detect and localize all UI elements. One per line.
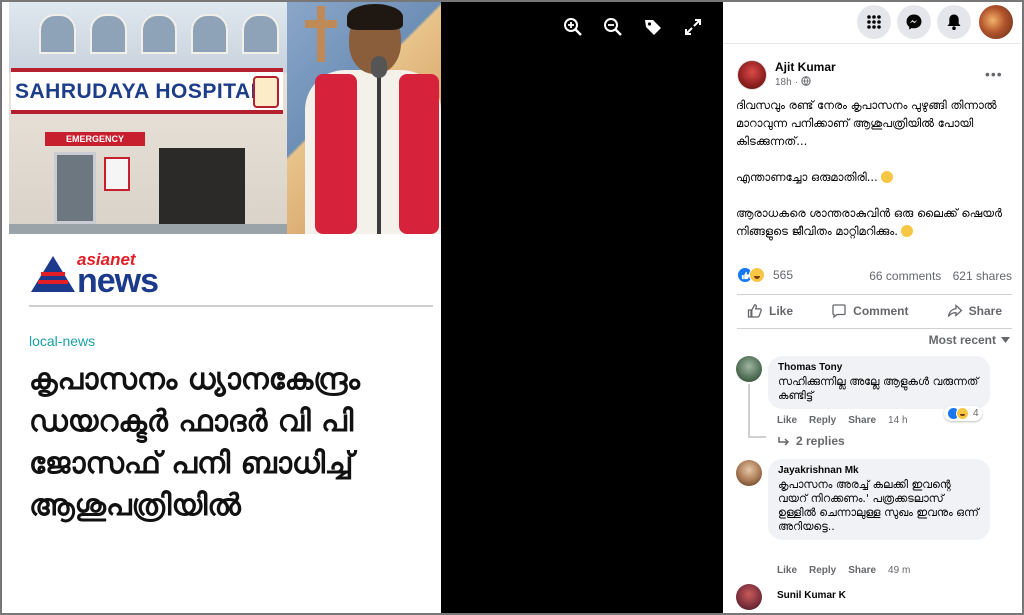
post-action-bar: Like Comment Share	[737, 298, 1012, 324]
commenter-avatar[interactable]	[736, 460, 762, 486]
cross-shape	[317, 6, 325, 62]
notifications-bell-icon[interactable]	[937, 5, 971, 39]
hospital-sign-text: SAHRUDAYA HOSPITAL	[15, 80, 264, 103]
menu-grid-icon[interactable]	[857, 5, 891, 39]
caret-down-icon	[1001, 337, 1010, 343]
comment-time[interactable]: 49 m	[888, 565, 910, 576]
comment-bubble: Thomas Tony സഹിക്കുന്നില്ല അല്ലേ ആളുകൾ വ…	[768, 356, 990, 409]
post-meta: 18h ·	[775, 76, 811, 89]
comment-text: കൃപാസനം അരച്ച് കലക്കി ഇവന്റെ വയറ് നിറക്ക…	[778, 478, 979, 533]
like-button[interactable]: Like	[737, 298, 803, 324]
post-paragraph: ആരാധകരെ ശാന്തരാകുവിൻ ഒരു ലൈക്ക് ഷെയർ നിങ…	[736, 206, 1003, 238]
like-label: Like	[769, 304, 794, 318]
fullscreen-icon[interactable]	[682, 16, 704, 38]
public-globe-icon	[801, 76, 811, 89]
more-options-icon[interactable]: •••	[985, 66, 1003, 82]
share-label: Share	[968, 304, 1002, 318]
comment-reaction-count: 4	[973, 408, 979, 419]
hospital-photo: SAHRUDAYA HOSPITAL EMERGENCY	[9, 2, 289, 234]
share-arrow-icon	[947, 304, 963, 317]
reply-thread-line	[748, 384, 750, 438]
comment-bubble-icon	[832, 304, 846, 319]
article-category: local-news	[29, 333, 96, 349]
share-button[interactable]: Share	[937, 298, 1012, 324]
photo-viewer: SAHRUDAYA HOSPITAL EMERGENCY asianet new…	[9, 2, 723, 613]
viewer-toolbar	[562, 16, 704, 38]
comment-button[interactable]: Comment	[821, 298, 918, 324]
post-paragraph: ദിവസവും രണ്ട് നേരം കൃപാസനം പുഴുങ്ങി തിന്…	[736, 98, 997, 148]
replies-count: 2 replies	[796, 434, 845, 448]
comment-actions: Like Reply Share 49 m	[777, 565, 910, 576]
post-paragraph: എന്താണച്ചോ ഒരുമാതിരി...	[736, 168, 1012, 186]
priest-photo	[287, 2, 441, 234]
comment-text: സഹിക്കുന്നില്ല അല്ലേ ആളുകൾ വരുന്നത് കണ്ട…	[778, 375, 979, 402]
hospital-windows	[39, 14, 279, 54]
zoom-out-icon[interactable]	[602, 16, 624, 38]
hospital-entrance	[159, 148, 245, 228]
engagement-counts: 66 comments 621 shares	[861, 269, 1012, 283]
article-headline: കൃപാസനം ധ്യാനകേന്ദ്രം ഡയറക്ടർ ഫാദർ വി പി…	[29, 362, 360, 523]
comment-sort-dropdown[interactable]: Most recent	[929, 333, 1010, 347]
view-replies-button[interactable]: 2 replies	[778, 434, 845, 448]
comment-bubble: Jayakrishnan Mk കൃപാസനം അരച്ച് കലക്കി ഇവ…	[768, 459, 990, 540]
hospital-sign: SAHRUDAYA HOSPITAL	[11, 68, 283, 114]
zoom-in-icon[interactable]	[562, 16, 584, 38]
shares-count[interactable]: 621 shares	[953, 269, 1012, 283]
tag-icon[interactable]	[642, 16, 664, 38]
comment-time[interactable]: 14 h	[888, 415, 907, 426]
article-divider	[29, 305, 433, 307]
hospital-logo	[253, 76, 279, 108]
author-avatar[interactable]	[737, 60, 767, 90]
commenter-name[interactable]: Jayakrishnan Mk	[778, 465, 980, 476]
grin-emoji-icon	[900, 225, 913, 237]
hospital-floor	[9, 224, 289, 234]
hospital-poster	[104, 157, 130, 191]
comment-like-button[interactable]: Like	[777, 565, 797, 576]
commenter-name[interactable]: Thomas Tony	[778, 362, 980, 373]
microphone	[371, 56, 387, 78]
commenter-name[interactable]: Sunil Kumar K	[777, 590, 846, 601]
comment-reply-button[interactable]: Reply	[809, 565, 836, 576]
commenter-avatar[interactable]	[736, 584, 762, 610]
commenter-avatar[interactable]	[736, 356, 762, 382]
comment-label: Comment	[853, 304, 909, 318]
hospital-door	[54, 152, 96, 224]
asianet-news-logo: asianet news	[31, 250, 191, 300]
emergency-sign: EMERGENCY	[45, 132, 145, 146]
post-body: ദിവസവും രണ്ട് നേരം കൃപാസനം പുഴുങ്ങി തിന്…	[736, 96, 1012, 258]
comment-reactions[interactable]: 4	[944, 406, 982, 421]
author-name[interactable]: Ajit Kumar	[775, 60, 836, 74]
comment-actions: Like Reply Share 14 h	[777, 415, 908, 426]
sort-label: Most recent	[928, 333, 996, 347]
logo-text-main: news	[77, 262, 159, 300]
thumbs-up-icon	[747, 304, 762, 318]
microphone-stand	[377, 62, 381, 234]
top-bar	[723, 2, 1020, 44]
reaction-count: 565	[773, 268, 794, 282]
grin-emoji-icon	[880, 171, 893, 183]
comment-like-button[interactable]: Like	[777, 415, 797, 426]
messenger-icon[interactable]	[897, 5, 931, 39]
shared-news-image: SAHRUDAYA HOSPITAL EMERGENCY asianet new…	[9, 2, 441, 613]
comment-share-button[interactable]: Share	[848, 565, 876, 576]
divider	[737, 328, 1012, 329]
haha-reaction-icon	[749, 267, 765, 283]
reaction-summary[interactable]: 565	[737, 267, 793, 283]
comment-share-button[interactable]: Share	[848, 415, 876, 426]
haha-reaction-icon	[956, 407, 969, 420]
comment-reply-button[interactable]: Reply	[809, 415, 836, 426]
reply-arrow-icon	[778, 437, 790, 446]
post-time[interactable]: 18h	[775, 77, 792, 88]
post-panel: Ajit Kumar 18h · ••• ദിവസവും രണ്ട് നേരം …	[723, 2, 1020, 613]
comments-count[interactable]: 66 comments	[869, 269, 941, 283]
red-stole	[315, 74, 357, 234]
account-avatar[interactable]	[979, 5, 1013, 39]
divider	[737, 294, 1012, 295]
